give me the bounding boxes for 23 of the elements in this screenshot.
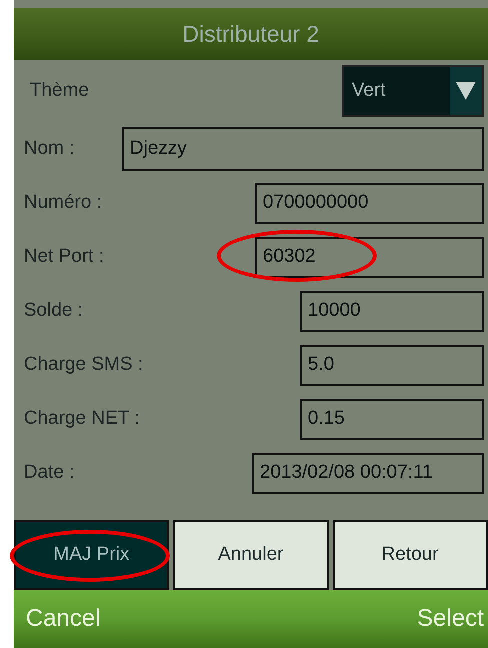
input-field[interactable]: 0700000000 bbox=[255, 182, 484, 224]
input-field[interactable]: 2013/02/08 00:07:11 bbox=[252, 452, 484, 494]
dropdown-arrow-icon bbox=[456, 82, 476, 100]
field-label: Solde : bbox=[24, 298, 84, 323]
cancel-softkey[interactable]: Cancel bbox=[26, 601, 101, 637]
input-field[interactable]: 60302 bbox=[255, 236, 484, 278]
input-field[interactable]: 10000 bbox=[300, 290, 484, 332]
field-label: Net Port : bbox=[24, 244, 104, 269]
action-button[interactable]: Annuler bbox=[173, 520, 329, 590]
input-field[interactable]: Djezzy bbox=[122, 127, 484, 171]
action-button[interactable]: MAJ Prix bbox=[14, 520, 170, 590]
input-field[interactable]: 0.15 bbox=[300, 398, 484, 440]
theme-dropdown[interactable]: Vert bbox=[342, 65, 484, 117]
input-field[interactable]: 5.0 bbox=[300, 344, 484, 386]
select-softkey[interactable]: Select bbox=[417, 601, 484, 637]
field-label: Date : bbox=[24, 460, 75, 485]
field-label: Nom : bbox=[24, 136, 75, 161]
field-label: Charge NET : bbox=[24, 406, 140, 431]
field-label: Charge SMS : bbox=[24, 352, 144, 377]
theme-label: Thème bbox=[29, 78, 90, 103]
window-title: Distributeur 2 bbox=[182, 20, 320, 49]
field-label: Numéro : bbox=[24, 190, 102, 215]
action-button[interactable]: Retour bbox=[332, 520, 488, 590]
